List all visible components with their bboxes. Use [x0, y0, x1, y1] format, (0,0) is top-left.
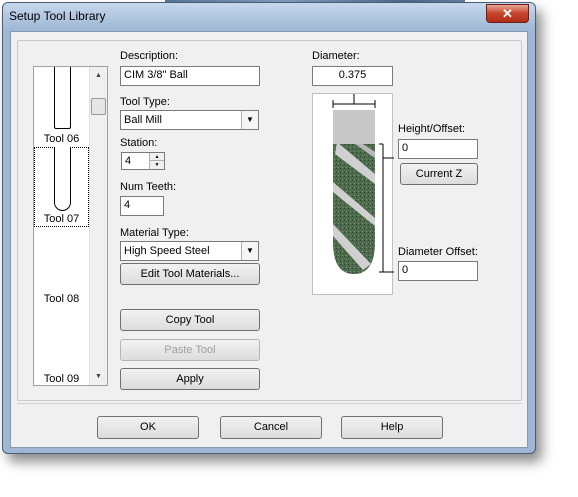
num-teeth-label: Num Teeth:	[120, 181, 177, 193]
station-stepper[interactable]: 4 ▲ ▼	[121, 152, 165, 170]
tool-diagram	[312, 93, 394, 295]
button-separator	[17, 403, 522, 404]
height-offset-field[interactable]: 0	[398, 139, 478, 159]
material-type-label: Material Type:	[120, 227, 189, 239]
square-end-mill-icon	[54, 67, 71, 129]
tool-list-item-label: Tool 09	[43, 373, 80, 385]
cancel-button[interactable]: Cancel	[220, 416, 322, 439]
chevron-down-icon[interactable]: ▼	[241, 111, 258, 129]
help-button[interactable]: Help	[341, 416, 443, 439]
material-type-value: High Speed Steel	[124, 245, 210, 257]
tool-list-scrollbar[interactable]: ▲ ▼	[89, 67, 107, 385]
ok-button[interactable]: OK	[97, 416, 199, 439]
close-button[interactable]: ✕	[486, 4, 529, 23]
tool-list-item[interactable]: Tool 08	[34, 227, 89, 307]
tool-type-value: Ball Mill	[124, 114, 162, 126]
ball-mill-illustration	[332, 94, 394, 274]
tool-list-item-label: Tool 07	[43, 213, 80, 225]
stepper-down-icon[interactable]: ▼	[150, 161, 164, 169]
edit-tool-materials-button[interactable]: Edit Tool Materials...	[120, 263, 260, 285]
chevron-down-icon[interactable]: ▼	[241, 242, 258, 260]
diameter-offset-field[interactable]: 0	[398, 261, 478, 281]
tool-list-item-label: Tool 06	[43, 133, 80, 145]
tool-list-item[interactable]: Tool 06	[34, 67, 89, 147]
apply-button[interactable]: Apply	[120, 368, 260, 390]
material-type-select[interactable]: High Speed Steel ▼	[120, 241, 259, 261]
tool-type-select[interactable]: Ball Mill ▼	[120, 110, 259, 130]
tool-type-label: Tool Type:	[120, 96, 170, 108]
paste-tool-button: Paste Tool	[120, 339, 260, 361]
close-icon: ✕	[502, 6, 513, 21]
current-z-button[interactable]: Current Z	[400, 163, 478, 185]
station-value: 4	[125, 155, 132, 167]
copy-tool-button[interactable]: Copy Tool	[120, 309, 260, 331]
tool-list-item-selected[interactable]: Tool 07	[34, 147, 89, 227]
tool-list-item-label: Tool 08	[43, 293, 80, 305]
tool-list-item[interactable]: Tool 09	[34, 307, 89, 387]
setup-tool-library-dialog: Setup Tool Library ✕ Tool 06 Tool 07 Too…	[2, 2, 536, 454]
description-label: Description:	[120, 50, 179, 62]
num-teeth-field[interactable]: 4	[120, 196, 164, 216]
stepper-up-icon[interactable]: ▲	[150, 153, 164, 161]
diameter-offset-label: Diameter Offset:	[398, 246, 478, 258]
station-label: Station:	[120, 137, 158, 149]
window-title: Setup Tool Library	[9, 9, 106, 23]
height-offset-label: Height/Offset:	[398, 123, 466, 135]
scroll-up-icon[interactable]: ▲	[90, 67, 107, 84]
scroll-thumb[interactable]	[91, 98, 106, 115]
diameter-field[interactable]: 0.375	[312, 66, 393, 86]
tool-list[interactable]: Tool 06 Tool 07 Tool 08 Tool 09 ▲ ▼	[33, 66, 108, 386]
description-field[interactable]: CIM 3/8" Ball	[120, 66, 260, 86]
ball-end-mill-icon	[54, 147, 71, 211]
scroll-down-icon[interactable]: ▼	[90, 368, 107, 385]
diameter-label: Diameter:	[312, 50, 360, 62]
dialog-client: Tool 06 Tool 07 Tool 08 Tool 09 ▲ ▼ Desc…	[10, 31, 528, 448]
title-bar[interactable]: Setup Tool Library ✕	[3, 3, 535, 31]
